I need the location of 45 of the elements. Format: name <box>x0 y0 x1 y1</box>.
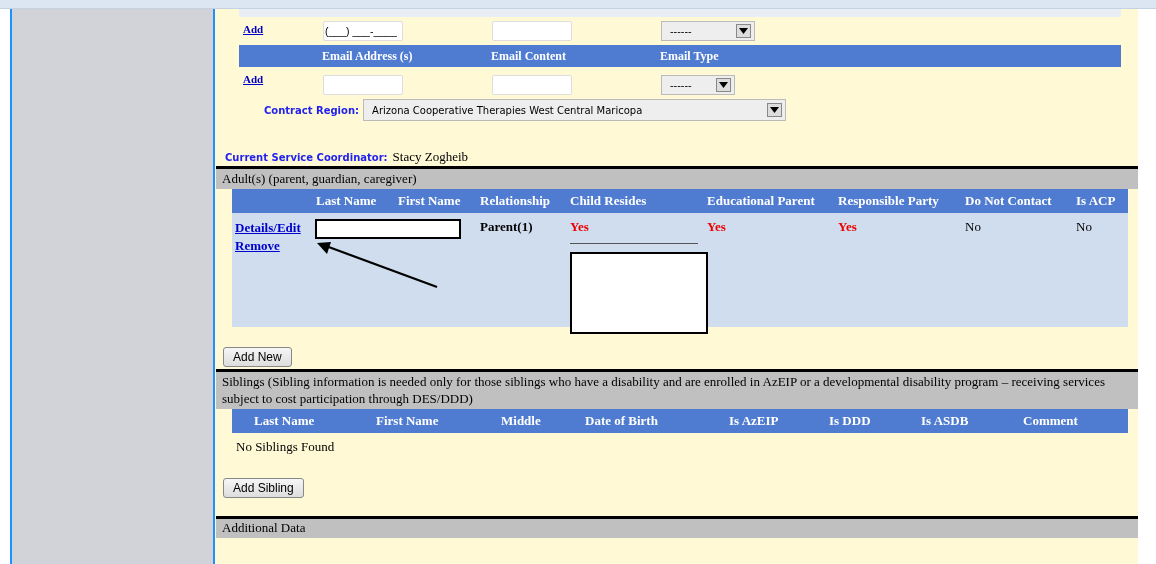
field-label: Current Service Coordinator: <box>225 151 388 163</box>
type-select[interactable]: ------ <box>661 21 755 41</box>
column-header: Is ACP <box>1076 193 1117 209</box>
column-header: Is ASDB <box>921 413 970 429</box>
add-link[interactable]: Add <box>243 23 323 35</box>
input-field[interactable]: (___) ___-____ <box>323 21 403 41</box>
table-cell-text: Yes <box>707 219 727 236</box>
column-header: Email Type <box>660 48 720 64</box>
column-header: Responsible Party <box>838 193 940 209</box>
section-header: Additional Data <box>216 516 1138 538</box>
column-header: Do Not Contact <box>965 193 1053 209</box>
row-link[interactable]: Details/Edit <box>235 219 316 237</box>
column-header: First Name <box>398 193 462 209</box>
table-cell-text: Parent(1) <box>480 219 534 236</box>
column-header: Last Name <box>254 413 316 429</box>
input-field[interactable] <box>323 75 403 95</box>
section-header: Adult(s) (parent, guardian, caregiver) <box>216 166 1138 189</box>
input-field[interactable] <box>492 75 572 95</box>
table-cell-text: Yes <box>838 219 858 236</box>
row-link[interactable]: Remove <box>235 237 316 255</box>
column-header: Email Address (s) <box>322 48 414 64</box>
add-new-button[interactable]: Add New <box>223 347 292 367</box>
section-header: Siblings (Sibling information is needed only for those siblings who have a disability and are enrolled in AzEIP or a developmental disability program – receiving services subject to cost participation through DES/DDD) <box>216 369 1138 409</box>
field-label: Contract Region: <box>264 104 360 116</box>
column-header: Date of Birth <box>585 413 659 429</box>
column-header: Middle <box>501 413 542 429</box>
column-header: Relationship <box>480 193 552 209</box>
table-cell-text: Yes <box>570 219 590 235</box>
column-header: First Name <box>376 413 440 429</box>
column-header: Educational Parent <box>707 193 816 209</box>
column-header: Child Resides <box>570 193 648 209</box>
email-type-select[interactable]: ------ <box>661 75 735 95</box>
table-cell-text: No <box>1076 219 1093 236</box>
table-cell-text: No <box>965 219 982 236</box>
column-header: Last Name <box>316 193 378 209</box>
empty-message: No Siblings Found <box>235 438 336 455</box>
add-link[interactable]: Add <box>243 73 323 85</box>
column-header: Email Content <box>491 48 567 64</box>
column-header: Is AzEIP <box>729 413 780 429</box>
column-header: Is DDD <box>829 413 872 429</box>
coordinator-name: Stacy Zogheib <box>392 149 469 165</box>
input-field[interactable] <box>492 21 572 41</box>
column-header: Comment <box>1023 413 1079 429</box>
add-sibling-button[interactable]: Add Sibling <box>223 478 304 498</box>
contract-region-select[interactable]: Arizona Cooperative Therapies West Central Maricopa <box>363 99 787 121</box>
